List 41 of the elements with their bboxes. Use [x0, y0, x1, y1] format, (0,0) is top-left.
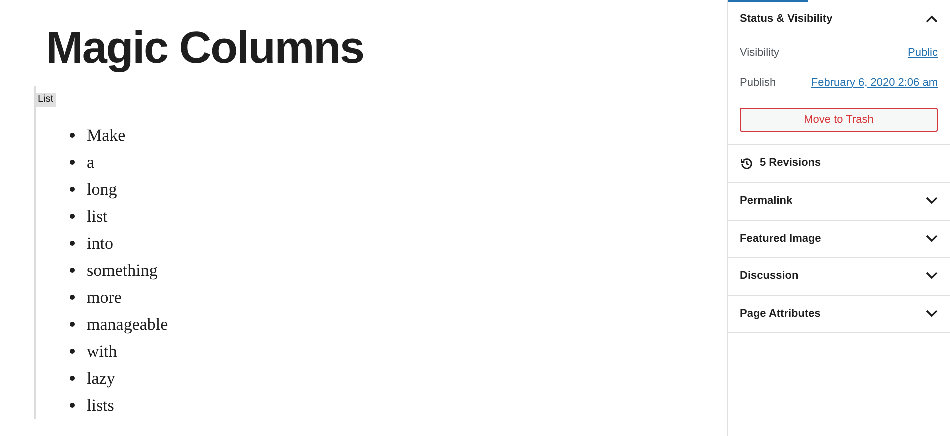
list-item: lists [87, 394, 114, 417]
bullet-icon [70, 241, 75, 246]
panel-header[interactable]: Page Attributes [728, 296, 950, 333]
history-icon [740, 156, 754, 170]
bullet-icon [70, 160, 75, 165]
field-link[interactable]: February 6, 2020 2:06 am [811, 74, 938, 92]
panel-header[interactable]: Status & Visibility [740, 0, 938, 38]
field-label: Publish [740, 76, 776, 91]
bullet-icon [70, 376, 75, 381]
field-label: Visibility [740, 46, 780, 61]
field-link[interactable]: Public [908, 44, 938, 62]
list-item: lazy [87, 368, 116, 390]
bullet-icon [70, 322, 75, 327]
list-item: more [87, 286, 122, 309]
list-item: manageable [87, 314, 168, 336]
block-label: List [36, 93, 56, 107]
list-item: into [87, 232, 114, 255]
chevron-up-icon [926, 15, 938, 23]
panel-header[interactable]: Permalink [728, 183, 950, 220]
bullet-icon [70, 349, 75, 354]
bullet-icon [70, 403, 75, 408]
list-item: list [87, 206, 108, 228]
bullet-icon [70, 133, 75, 138]
panel-header[interactable]: Discussion [728, 258, 950, 296]
panel-header[interactable]: Featured Image [728, 220, 950, 258]
bullet-icon [70, 214, 75, 219]
post-title[interactable]: Magic Columns [46, 20, 727, 76]
list-item: Make [87, 124, 126, 147]
revisions-link[interactable]: 5 Revisions [760, 155, 822, 172]
chevron-down-icon [926, 197, 938, 206]
bullet-icon [70, 268, 75, 273]
trash-button[interactable]: Move to Trash [740, 108, 938, 132]
list-item: long [87, 178, 118, 201]
chevron-down-icon [926, 272, 938, 280]
chevron-down-icon [926, 310, 938, 318]
list-item: a [87, 152, 95, 174]
bullet-icon [70, 295, 75, 300]
bullet-icon [70, 187, 75, 192]
list-item: with [87, 340, 118, 363]
list-item: something [87, 260, 158, 282]
chevron-down-icon [926, 234, 938, 243]
